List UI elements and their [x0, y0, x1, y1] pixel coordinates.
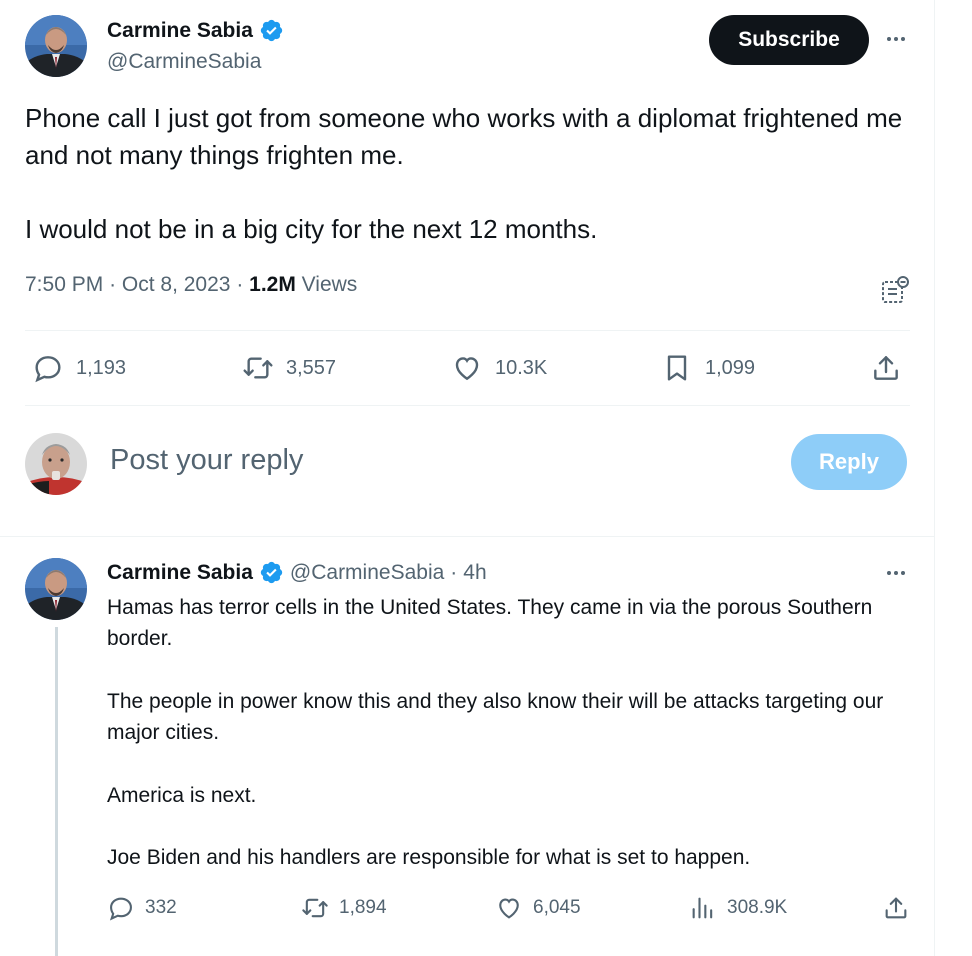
views-chart-icon	[692, 897, 713, 919]
post-analytics-icon[interactable]	[880, 275, 910, 305]
reply-more-options-icon[interactable]	[883, 560, 909, 586]
share-icon	[874, 356, 898, 380]
reply-input[interactable]: Post your reply	[110, 444, 303, 477]
repost-action[interactable]: 3,557	[242, 352, 336, 384]
heart-icon	[455, 357, 479, 381]
post-time[interactable]: 7:50 PM	[25, 273, 103, 296]
section-divider	[0, 536, 934, 537]
reply-like-action[interactable]: 6,045	[495, 894, 581, 922]
reply-button[interactable]: Reply	[791, 434, 907, 490]
thread-line	[55, 627, 58, 956]
views-count: 1.2M	[249, 273, 296, 296]
reply-age[interactable]: 4h	[463, 561, 486, 585]
reply-reply-action[interactable]: 332	[107, 894, 177, 922]
reply-author-name[interactable]: Carmine Sabia	[107, 561, 253, 585]
repost-icon	[302, 898, 328, 918]
divider	[25, 330, 910, 331]
repost-count: 3,557	[286, 356, 337, 379]
reply-author-avatar[interactable]	[25, 558, 87, 620]
column-border	[934, 0, 935, 956]
current-user-avatar[interactable]	[25, 433, 87, 495]
reply-author-handle[interactable]: @CarmineSabia	[290, 561, 444, 585]
more-options-icon[interactable]	[883, 26, 909, 52]
post-text: Phone call I just got from someone who w…	[25, 103, 903, 244]
verified-badge-icon	[260, 561, 283, 584]
reply-share-action[interactable]	[882, 894, 910, 922]
reply-repost-count: 1,894	[339, 897, 387, 918]
post-date[interactable]: Oct 8, 2023	[122, 273, 231, 296]
share-action[interactable]	[870, 352, 902, 384]
reply-action[interactable]: 1,193	[32, 352, 126, 384]
reply-like-count: 6,045	[533, 897, 581, 918]
reply-reply-count: 332	[145, 897, 177, 918]
post-meta: 7:50 PM · Oct 8, 2023 · 1.2M Views	[25, 273, 358, 296]
reply-text: Hamas has terror cells in the United Sta…	[107, 596, 884, 870]
reply-icon	[35, 356, 61, 383]
views-label: Views	[301, 273, 358, 296]
like-count: 10.3K	[495, 356, 548, 379]
bookmark-action[interactable]: 1,099	[661, 352, 755, 384]
subscribe-button[interactable]: Subscribe	[709, 15, 869, 65]
reply-views-action[interactable]: 308.9K	[689, 894, 787, 922]
author-handle[interactable]: @CarmineSabia	[107, 50, 261, 74]
reply-repost-action[interactable]: 1,894	[301, 894, 387, 922]
reply-author-row[interactable]: Carmine Sabia @CarmineSabia · 4h	[107, 560, 487, 585]
repost-icon	[243, 357, 273, 379]
reply-views-count: 308.9K	[727, 897, 788, 918]
author-name[interactable]: Carmine Sabia	[107, 19, 253, 43]
heart-icon	[499, 898, 519, 919]
share-icon	[885, 897, 907, 919]
verified-badge-icon	[260, 19, 283, 42]
reply-count: 1,193	[76, 356, 127, 379]
bookmark-icon	[667, 355, 687, 381]
author-name-row[interactable]: Carmine Sabia	[107, 18, 284, 43]
author-avatar[interactable]	[25, 15, 87, 77]
like-action[interactable]: 10.3K	[451, 352, 547, 384]
reply-icon	[109, 897, 132, 921]
divider	[25, 405, 910, 406]
bookmark-count: 1,099	[705, 356, 756, 379]
